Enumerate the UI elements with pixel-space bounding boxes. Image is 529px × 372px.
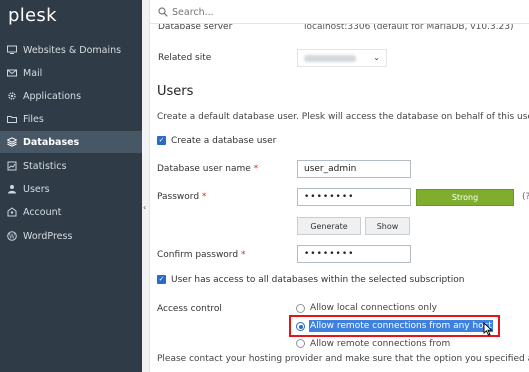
radio-local-only[interactable] [296,304,305,313]
sidebar-item-label: Users [23,183,50,195]
username-label: Database user name * [157,164,259,174]
search-input[interactable] [172,4,372,20]
gear-icon [7,91,17,101]
all-databases-checkbox[interactable]: ✓ [157,275,166,284]
radio-any-host-label: Allow remote connections from any host [309,320,493,332]
sidebar-item-applications[interactable]: Applications [0,85,142,107]
related-site-select[interactable]: ⌄ [297,49,387,67]
blurred-site-name [304,55,356,62]
sidebar-item-label: Files [23,113,44,125]
wordpress-icon: W [7,231,17,241]
sidebar-item-files[interactable]: Files [0,108,142,130]
show-button[interactable]: Show [365,217,410,235]
chevron-down-icon: ⌄ [373,53,380,62]
users-heading: Users [157,84,194,99]
mouse-cursor-icon [483,321,493,339]
sidebar-item-statistics[interactable]: Statistics [0,155,142,177]
sidebar-collapse-strip[interactable] [142,0,150,372]
radio-local-only-label: Allow local connections only [310,303,437,313]
create-user-checkbox[interactable]: ✓ [157,136,166,145]
folder-icon [7,114,17,124]
svg-text:W: W [9,233,16,240]
sidebar: plesk Websites & Domains Mail Applicatio… [0,0,142,372]
database-icon [7,137,17,147]
sidebar-item-users[interactable]: Users [0,178,142,200]
radio-remote-from[interactable] [296,339,305,348]
main-content: Database server localhost:3306 (default … [150,0,529,372]
sidebar-item-label: WordPress [23,230,73,242]
sidebar-item-label: Applications [23,90,82,102]
username-input[interactable]: user_admin [297,160,411,178]
generate-button[interactable]: Generate [297,217,361,235]
footer-note: Please contact your hosting provider and… [157,354,529,364]
sidebar-item-wordpress[interactable]: W WordPress [0,225,142,247]
sidebar-item-label: Statistics [23,160,67,172]
sidebar-item-databases[interactable]: Databases [0,131,142,153]
password-label: Password * [157,192,207,202]
confirm-password-input[interactable]: •••••••• [297,245,411,263]
access-control-label: Access control [157,304,222,314]
sidebar-item-websites-domains[interactable]: Websites & Domains [0,39,142,61]
search-icon [158,7,168,17]
all-databases-label: User has access to all databases within … [171,275,465,285]
password-help-hint[interactable]: (? [522,192,529,202]
radio-remote-from-label: Allow remote connections from [310,339,451,349]
sidebar-item-mail[interactable]: Mail [0,62,142,84]
chart-icon [7,161,17,171]
password-strength-bar: Strong [416,189,514,206]
users-description: Create a default database user. Plesk wi… [157,112,529,122]
password-input[interactable]: •••••••• [297,188,411,206]
plesk-logo[interactable]: plesk [8,5,57,26]
mail-icon [7,68,17,78]
confirm-password-label: Confirm password * [157,250,246,260]
sidebar-item-label: Mail [23,67,43,79]
account-icon [7,207,17,217]
sidebar-item-label: Websites & Domains [23,44,122,56]
sidebar-item-label: Account [23,206,62,218]
chevron-left-icon[interactable]: ‹ [143,203,149,212]
create-user-label: Create a database user [171,136,277,146]
related-site-label: Related site [158,53,212,63]
radio-any-host[interactable] [296,322,305,331]
user-icon [7,184,17,194]
sidebar-item-label: Databases [23,136,80,148]
sidebar-item-account[interactable]: Account [0,201,142,223]
monitor-icon [7,45,17,55]
